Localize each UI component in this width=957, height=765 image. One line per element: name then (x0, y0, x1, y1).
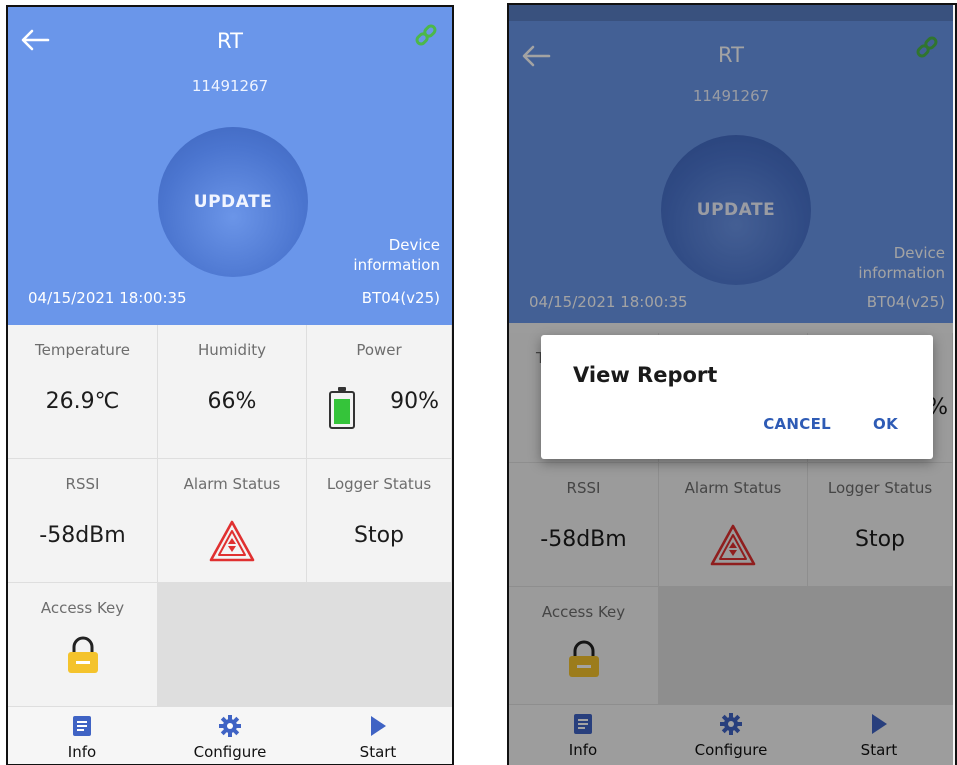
rssi-cell: RSSI -58dBm (8, 459, 158, 583)
temperature-label: Temperature (34, 341, 131, 359)
bottom-nav: Info Configure Start (8, 707, 452, 764)
status-bar (509, 5, 953, 21)
alarm-triangle-icon (209, 520, 255, 562)
update-button[interactable]: UPDATE (158, 127, 308, 277)
device-information-line2: information (353, 256, 440, 274)
view-report-dialog: View Report CANCEL OK (541, 335, 933, 459)
logger-status-value: Stop (353, 523, 404, 548)
device-screen-right: RT 11491267 UPDATE Device information 04… (507, 3, 957, 765)
rssi-value: -58dBm (39, 523, 126, 548)
page-title: RT (217, 29, 243, 53)
logger-status-label: Logger Status (326, 475, 432, 493)
humidity-cell: Humidity 66% (158, 325, 307, 459)
info-document-icon (73, 716, 91, 736)
device-header: RT 11491267 UPDATE Device information 04… (8, 7, 452, 325)
device-serial: 11491267 (191, 77, 269, 95)
power-value: 90% (390, 389, 439, 414)
nav-info-label: Info (67, 743, 97, 761)
temperature-cell: Temperature 26.9℃ (8, 325, 158, 459)
last-update-datetime: 04/15/2021 18:00:35 (28, 289, 187, 307)
nav-configure-label: Configure (193, 743, 267, 761)
power-label: Power (356, 341, 402, 359)
humidity-value: 66% (207, 389, 257, 414)
device-information-line1: Device (388, 236, 440, 254)
nav-configure[interactable]: Configure (156, 707, 304, 764)
nav-start[interactable]: Start (304, 707, 452, 764)
device-information-link[interactable]: Device information (353, 235, 440, 275)
temperature-value: 26.9℃ (45, 389, 120, 414)
lock-icon (67, 636, 98, 673)
nav-info[interactable]: Info (8, 707, 156, 764)
humidity-label: Humidity (197, 341, 266, 359)
power-cell: Power 90% (307, 325, 452, 459)
device-screen-left: RT 11491267 UPDATE Device information 04… (6, 5, 454, 765)
alarm-status-cell: Alarm Status (158, 459, 307, 583)
access-key-cell[interactable]: Access Key (8, 583, 158, 707)
alarm-status-label: Alarm Status (183, 475, 281, 493)
ok-button[interactable]: OK (873, 415, 898, 433)
cancel-button[interactable]: CANCEL (763, 415, 831, 433)
dialog-title: View Report (573, 363, 718, 387)
rssi-label: RSSI (65, 475, 100, 493)
update-button-label: UPDATE (193, 192, 273, 212)
play-icon (371, 716, 386, 736)
logger-status-cell: Logger Status Stop (307, 459, 452, 583)
nav-start-label: Start (359, 743, 397, 761)
access-key-label: Access Key (40, 599, 125, 617)
metrics-grid: Temperature 26.9℃ Humidity 66% Power 90%… (8, 325, 452, 707)
gear-icon (219, 715, 241, 737)
device-model: BT04(v25) (361, 289, 440, 307)
